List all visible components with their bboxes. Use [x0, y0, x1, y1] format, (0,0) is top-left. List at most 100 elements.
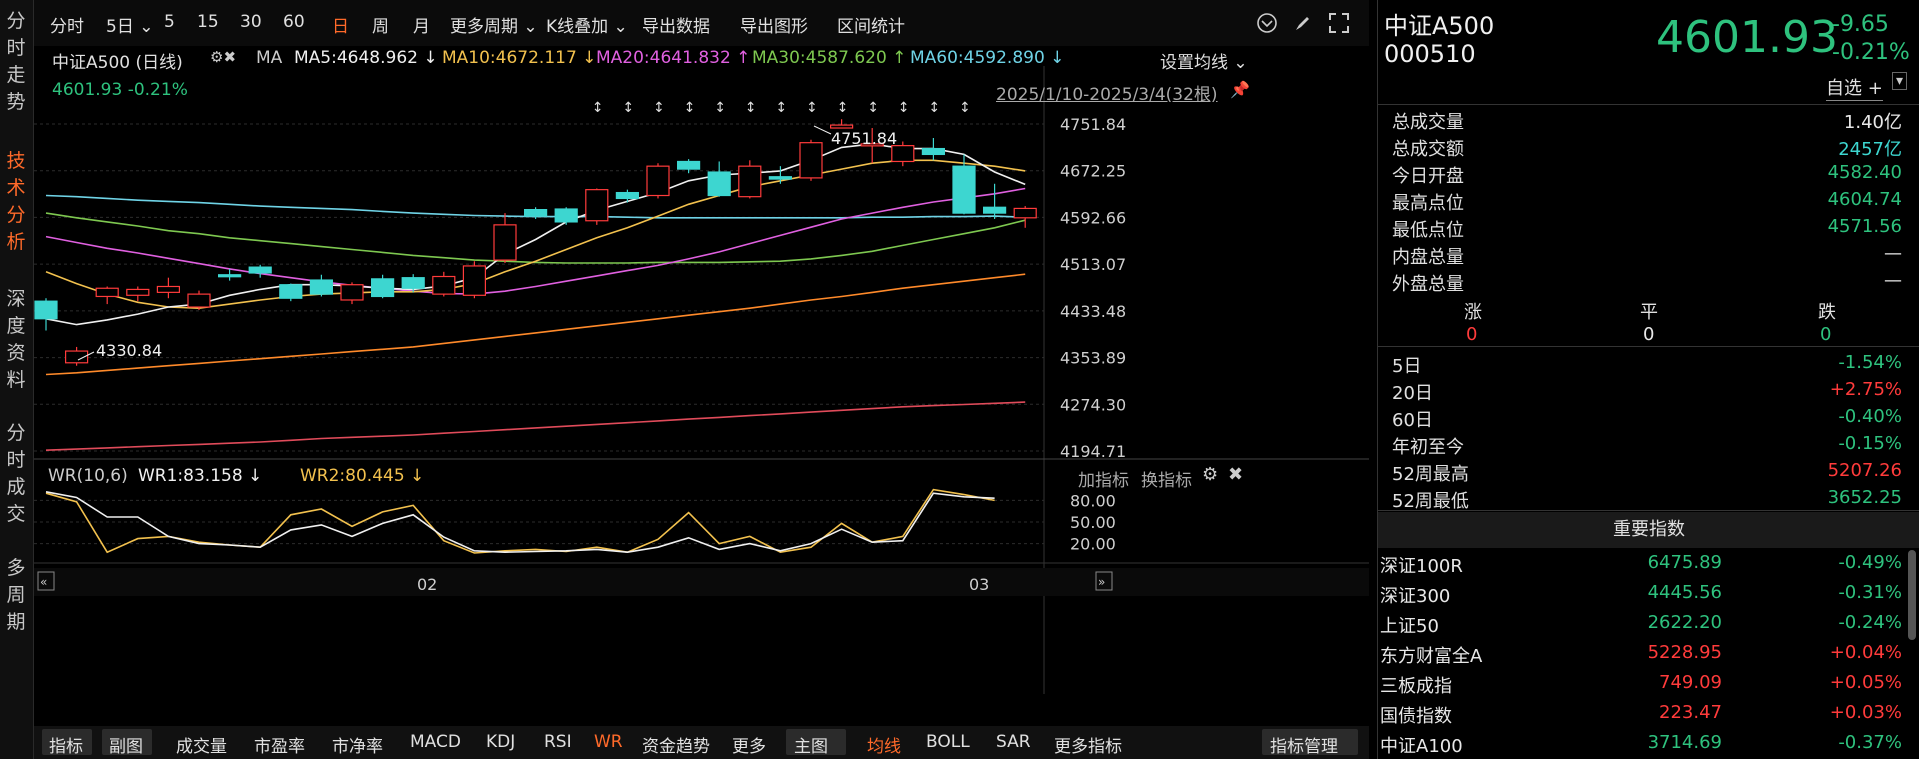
tab-depth[interactable]: 深度资料: [0, 286, 32, 394]
index-change: +0.03%: [1829, 702, 1902, 723]
btn-more-periods[interactable]: 更多周期 ⌄: [450, 12, 538, 37]
btn-30min[interactable]: 30: [240, 12, 262, 32]
index-row[interactable]: 中证A100 3714.69 -0.37%: [1378, 732, 1919, 759]
btn-week[interactable]: 周: [372, 12, 389, 37]
watchlist-dropdown-icon[interactable]: ▾: [1892, 72, 1908, 90]
btn-fund-trend[interactable]: 资金趋势: [642, 732, 710, 757]
set-ma-button[interactable]: 设置均线 ⌄: [1160, 48, 1248, 73]
candle-body: [156, 285, 181, 293]
index-row[interactable]: 东方财富全A 5228.95 +0.04%: [1378, 642, 1919, 672]
wr1-value: WR1:83.158 ↓: [138, 466, 263, 486]
tab-multi-period[interactable]: 多周期: [0, 555, 32, 636]
stat-value: —: [1884, 270, 1902, 291]
btn-timeshare[interactable]: 分时: [50, 12, 84, 37]
ma-label: MA: [256, 48, 283, 68]
candle-body: [707, 171, 731, 197]
index-price: 3714.69: [1647, 732, 1722, 753]
flat-count: 0: [1643, 324, 1655, 345]
btn-export-chart[interactable]: 导出图形: [740, 12, 808, 37]
index-price: 749.09: [1659, 672, 1722, 693]
btn-5day[interactable]: 5日 ⌄: [106, 12, 153, 37]
btn-macd[interactable]: MACD: [410, 732, 461, 752]
tab-technical[interactable]: 技术分析: [0, 148, 32, 256]
index-row[interactable]: 上证50 2622.20 -0.24%: [1378, 612, 1919, 642]
btn-subchart[interactable]: 副图: [109, 732, 143, 757]
btn-boll[interactable]: BOLL: [926, 732, 970, 752]
stat-label: 今日开盘: [1392, 166, 1464, 187]
fullscreen-icon[interactable]: [1328, 12, 1350, 34]
pin-icon[interactable]: 📌: [1230, 80, 1250, 99]
change-indicator-button[interactable]: 换指标: [1141, 466, 1192, 491]
kline-chart[interactable]: 4751.84 4672.25 4592.66 4513.07 4433.48 4353.…: [34, 46, 1369, 698]
gear-icon[interactable]: ⚙✖: [210, 48, 236, 66]
btn-more[interactable]: 更多: [732, 732, 766, 757]
btn-day[interactable]: 日: [332, 12, 349, 37]
period-toolbar: 分时 5日 ⌄ 5 15 30 60 日 周 月 更多周期 ⌄ K线叠加 ⌄ 导…: [34, 0, 1369, 46]
stat-row: 总成交量 1.40亿: [1392, 108, 1902, 135]
btn-more-indicators[interactable]: 更多指标: [1054, 732, 1122, 757]
marker-arrow: ↕: [653, 100, 665, 116]
btn-kline-overlay[interactable]: K线叠加 ⌄: [546, 12, 628, 37]
btn-rsi[interactable]: RSI: [544, 732, 572, 752]
marker-arrow: ↕: [592, 100, 604, 116]
index-name: 中证A100: [1380, 736, 1463, 757]
btn-pe[interactable]: 市盈率: [254, 732, 305, 757]
stat-row: 最高点位 4604.74: [1392, 189, 1902, 216]
ma10-value: MA10:4672.117 ↓: [442, 48, 597, 68]
y-tick-label: 4274.30: [1060, 395, 1126, 414]
add-indicator-button[interactable]: 加指标: [1078, 466, 1129, 491]
candle-body: [126, 288, 150, 296]
candle-body: [432, 275, 456, 295]
index-row[interactable]: 国债指数 223.47 +0.03%: [1378, 702, 1919, 732]
btn-pb[interactable]: 市净率: [332, 732, 383, 757]
stat-label: 总成交额: [1392, 139, 1464, 160]
draw-pen-icon[interactable]: [1292, 12, 1314, 34]
btn-indicator-manage[interactable]: 指标管理: [1270, 732, 1338, 757]
stat-label: 总成交量: [1392, 112, 1464, 133]
btn-60min[interactable]: 60: [283, 12, 305, 32]
index-name: 国债指数: [1380, 706, 1452, 727]
marker-arrow: ↕: [959, 100, 971, 116]
index-row[interactable]: 三板成指 749.09 +0.05%: [1378, 672, 1919, 702]
indices-title: 重要指数: [1378, 512, 1919, 548]
y-tick-label: 4353.89: [1060, 349, 1126, 368]
up-count: 0: [1466, 324, 1478, 345]
btn-ma[interactable]: 均线: [867, 732, 901, 757]
index-row[interactable]: 深证100R 6475.89 -0.49%: [1378, 552, 1919, 582]
btn-wr[interactable]: WR: [594, 732, 623, 752]
chart-area[interactable]: 4751.84 4672.25 4592.66 4513.07 4433.48 4353.…: [34, 46, 1369, 698]
btn-indicator[interactable]: 指标: [49, 732, 83, 757]
svg-text:»: »: [1098, 575, 1105, 589]
candle-body: [829, 124, 854, 129]
index-row[interactable]: 深证300 4445.56 -0.31%: [1378, 582, 1919, 612]
candle-body: [309, 279, 333, 295]
btn-kdj[interactable]: KDJ: [486, 732, 515, 752]
btn-range-stats[interactable]: 区间统计: [837, 12, 905, 37]
period-label: 5日: [1392, 356, 1422, 377]
btn-15min[interactable]: 15: [197, 12, 219, 32]
btn-5min[interactable]: 5: [164, 12, 175, 32]
add-watchlist-button[interactable]: 自选 +: [1826, 74, 1883, 101]
period-row: 60日 -0.40%: [1392, 406, 1902, 433]
btn-month[interactable]: 月: [413, 12, 430, 37]
tab-ticks[interactable]: 分时成交: [0, 420, 32, 528]
candle-body: [676, 160, 701, 170]
btn-volume[interactable]: 成交量: [176, 732, 227, 757]
stat-value: 4571.56: [1827, 216, 1902, 237]
marker-arrow: ↕: [928, 100, 940, 116]
btn-sar[interactable]: SAR: [996, 732, 1031, 752]
index-change: -0.37%: [1838, 732, 1902, 753]
collapse-icon[interactable]: [1256, 12, 1278, 34]
btn-export-data[interactable]: 导出数据: [642, 12, 710, 37]
indices-scrollbar[interactable]: [1908, 550, 1916, 640]
btn-main-chart[interactable]: 主图: [794, 732, 828, 757]
wr-tick-label: 20.00: [1070, 535, 1116, 554]
date-range[interactable]: 2025/1/10-2025/3/4(32根): [996, 80, 1218, 105]
tab-timeshare[interactable]: 分时走势: [0, 8, 32, 116]
index-name: 深证300: [1380, 586, 1451, 607]
wr-close-icon[interactable]: ✖: [1228, 464, 1243, 485]
wr2-value: WR2:80.445 ↓: [300, 466, 425, 486]
period-value: +2.75%: [1829, 379, 1902, 400]
wr-gear-icon[interactable]: ⚙: [1202, 464, 1218, 485]
marker-arrow: ↕: [806, 100, 818, 116]
